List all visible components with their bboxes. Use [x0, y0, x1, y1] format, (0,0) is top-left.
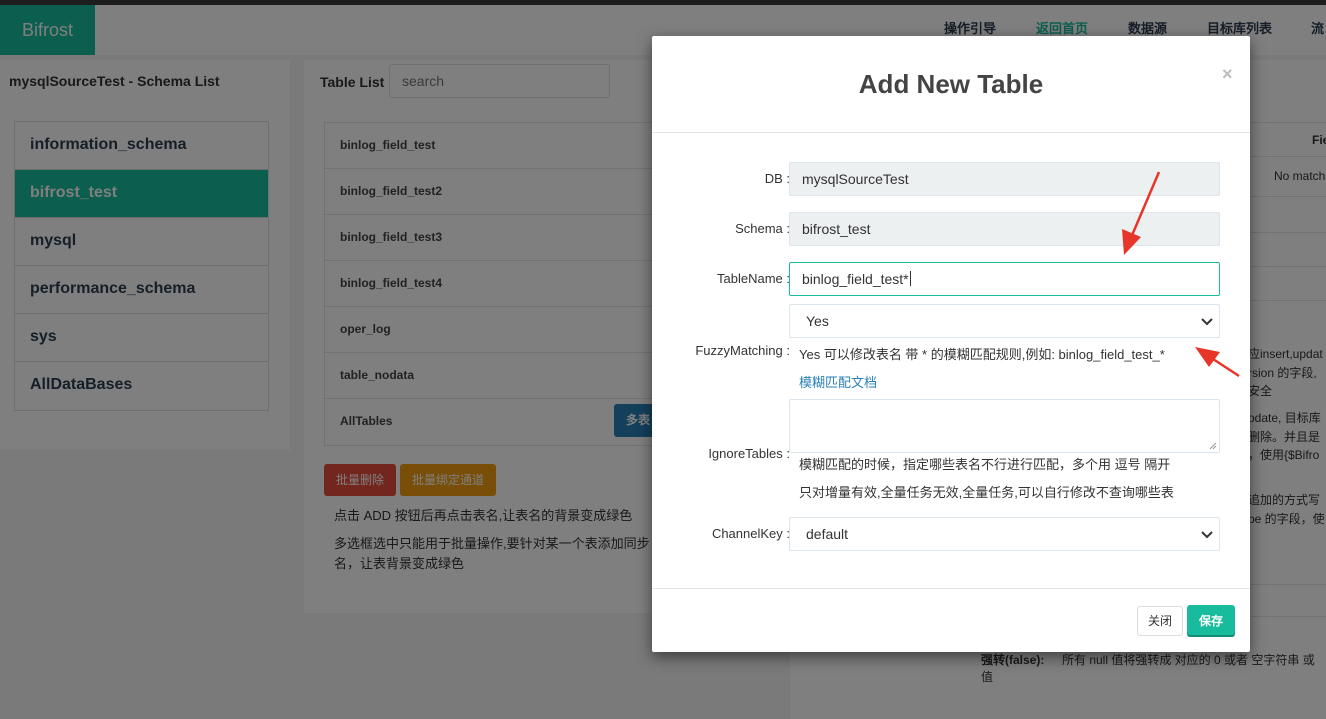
tablename-value: binlog_field_test* [802, 271, 909, 287]
save-button[interactable]: 保存 [1187, 605, 1235, 637]
schema-label: Schema : [735, 221, 790, 236]
ignore-tables-help: 模糊匹配的时候，指定哪些表名不行进行匹配，多个用 逗号 隔开 [799, 457, 1171, 472]
channel-key-label: ChannelKey : [711, 526, 790, 541]
fuzzy-matching-label: FuzzyMatching : [695, 343, 790, 358]
chevron-down-icon [1201, 531, 1213, 539]
text-cursor [909, 271, 911, 286]
tablename-label: TableName : [717, 271, 790, 286]
fuzzy-matching-help: Yes 可以修改表名 带 * 的模糊匹配规则,例如: binlog_field_… [799, 347, 1165, 362]
tablename-input[interactable]: binlog_field_test* [789, 262, 1220, 296]
fuzzy-matching-select[interactable]: Yes [789, 304, 1220, 338]
ignore-tables-textarea[interactable] [789, 399, 1220, 453]
channel-key-select[interactable]: default [789, 517, 1220, 551]
channel-key-value: default [806, 526, 849, 542]
ignore-tables-label: IgnoreTables : [708, 446, 790, 461]
schema-field[interactable]: bifrost_test [789, 212, 1220, 246]
modal-title: Add New Table [858, 69, 1044, 99]
resize-grip-icon[interactable] [1209, 442, 1217, 450]
db-label: DB : [764, 171, 790, 186]
fuzzy-matching-value: Yes [806, 313, 829, 329]
ignore-tables-help: 只对增量有效,全量任务无效,全量任务,可以自行修改不查询哪些表 [799, 485, 1174, 500]
db-field[interactable]: mysqlSourceTest [789, 162, 1220, 196]
modal-header-divider [652, 132, 1250, 133]
close-button[interactable]: 关闭 [1137, 606, 1183, 636]
modal-footer-divider [652, 588, 1250, 589]
close-icon[interactable]: × [1222, 64, 1233, 85]
add-table-modal: Add New Table × DB : mysqlSourceTest Sch… [652, 36, 1250, 652]
fuzzy-doc-link[interactable]: 模糊匹配文档 [799, 372, 877, 391]
chevron-down-icon [1201, 318, 1213, 326]
